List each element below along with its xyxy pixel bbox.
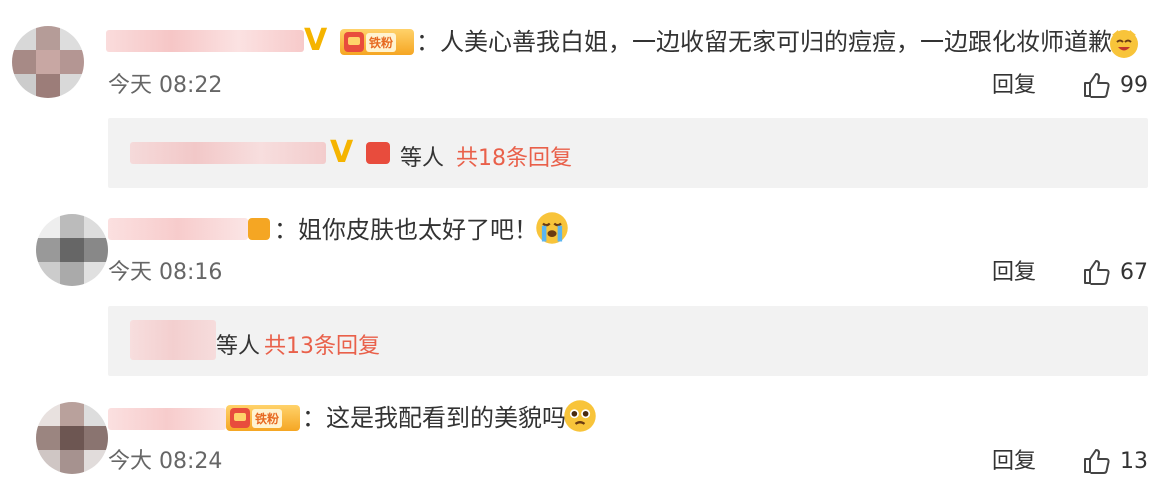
- username-blurred[interactable]: [106, 30, 304, 52]
- fan-badge-label: 铁粉: [252, 408, 283, 428]
- avatar[interactable]: [36, 214, 108, 286]
- like-count: 13: [1120, 449, 1148, 474]
- avatar[interactable]: [12, 26, 84, 98]
- comment-text: ：姐你皮肤也太好了吧！: [274, 216, 538, 244]
- thread-others-label: 等人: [400, 146, 445, 171]
- avatar[interactable]: [36, 402, 108, 474]
- laughing-emoji-icon: [1110, 30, 1138, 58]
- reply-button[interactable]: 回复: [992, 448, 1036, 476]
- comment-text: ：人美心善我白姐，一边收留无家可归的痘痘，一边跟化妆师道歉: [416, 28, 1112, 56]
- crown-icon: [248, 218, 270, 240]
- comment-time: 今天 08:16: [108, 260, 223, 285]
- username-blurred: [130, 320, 216, 360]
- fan-badge-label: 铁粉: [366, 32, 397, 52]
- verified-v-icon: V: [330, 135, 354, 170]
- fan-badge-icon: 铁粉: [340, 29, 414, 55]
- comment-text: ：这是我配看到的美貌吗: [302, 404, 566, 432]
- username-blurred[interactable]: [108, 218, 248, 240]
- verified-v-icon: V: [304, 23, 328, 58]
- like-count: 67: [1120, 260, 1148, 285]
- thumbs-up-icon[interactable]: [1082, 258, 1110, 286]
- thread-others-label: 等人: [216, 334, 261, 359]
- username-blurred: [130, 142, 326, 164]
- crown-icon: [230, 408, 250, 428]
- fan-badge-icon: 铁粉: [226, 405, 300, 431]
- reply-thread[interactable]: 等人 共13条回复: [108, 306, 1148, 376]
- username-blurred[interactable]: [108, 408, 226, 430]
- reply-button[interactable]: 回复: [992, 259, 1036, 287]
- crown-icon: [366, 142, 390, 164]
- comment-time: 今天 08:22: [108, 73, 223, 98]
- pleading-emoji-icon: [564, 400, 596, 432]
- thread-more-link[interactable]: 共18条回复: [456, 140, 572, 172]
- thumbs-up-icon[interactable]: [1082, 447, 1110, 475]
- reply-thread[interactable]: V 等人 共18条回复: [108, 118, 1148, 188]
- reply-button[interactable]: 回复: [992, 72, 1036, 100]
- thumbs-up-icon[interactable]: [1082, 71, 1110, 99]
- comment-time: 今大 08:24: [108, 449, 223, 474]
- crown-icon: [344, 32, 364, 52]
- like-count: 99: [1120, 73, 1148, 98]
- thread-more-link[interactable]: 共13条回复: [264, 328, 380, 360]
- crying-emoji-icon: [536, 212, 568, 244]
